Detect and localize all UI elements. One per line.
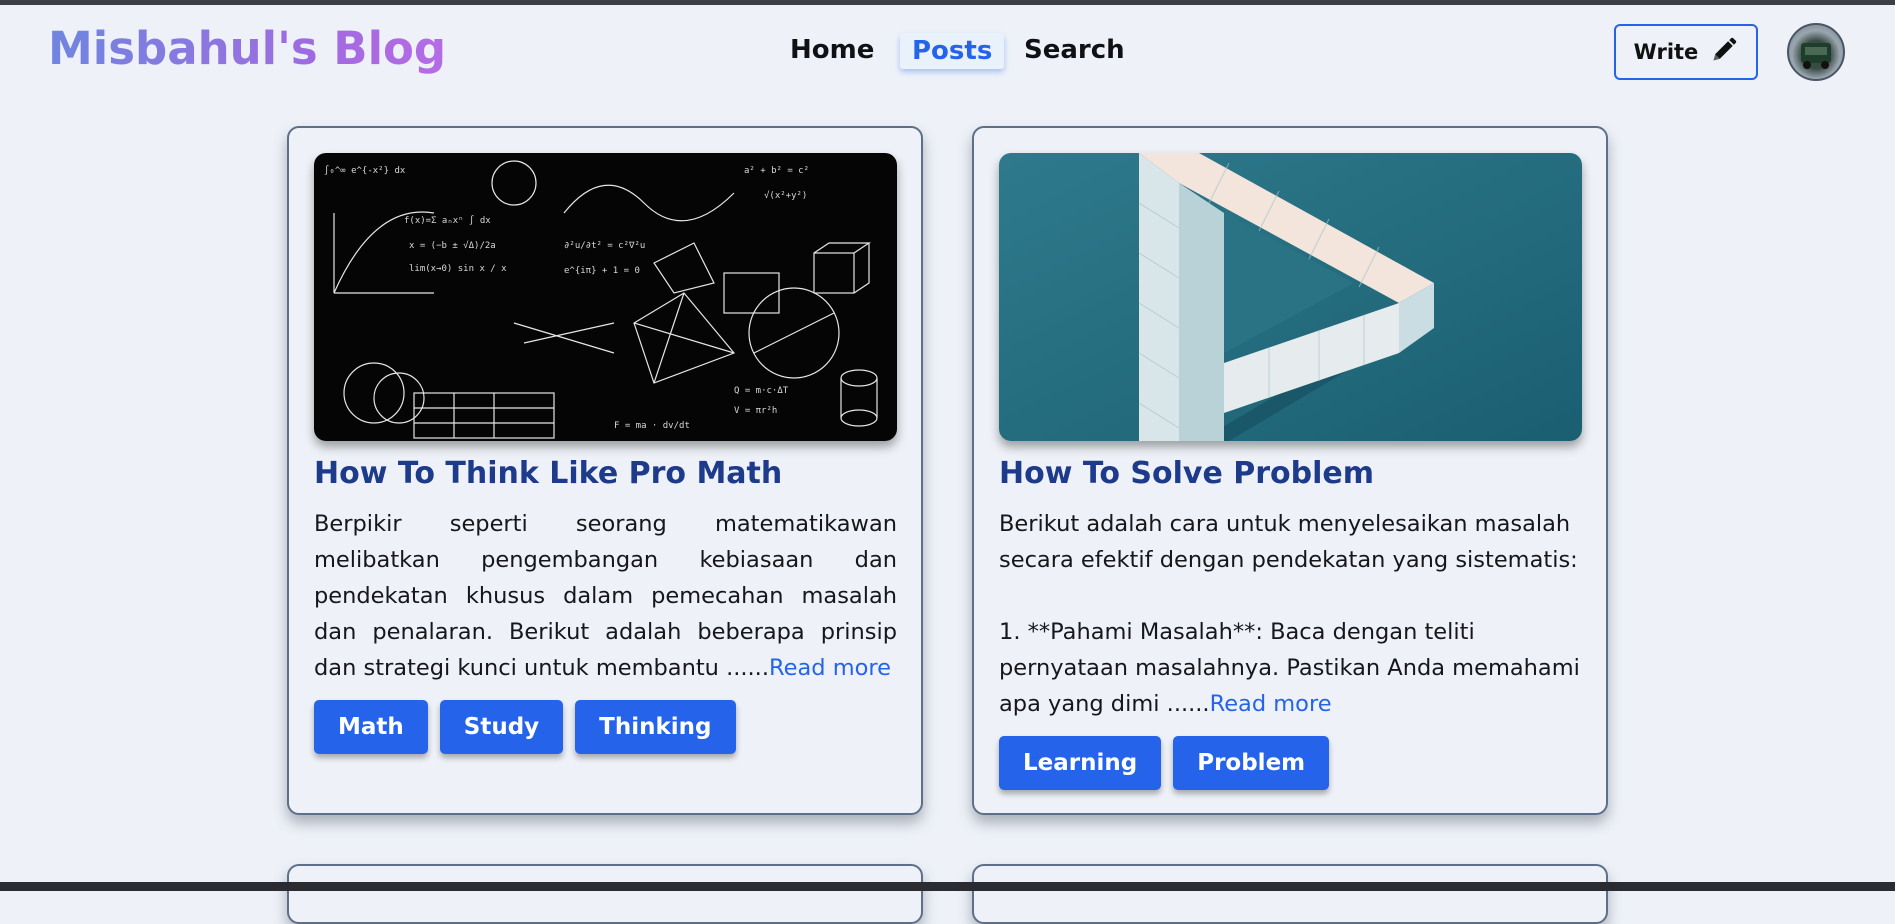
- read-more-link[interactable]: Read more: [1210, 691, 1332, 717]
- post-excerpt-text: Berikut adalah cara untuk menyelesaikan …: [999, 511, 1580, 717]
- nav-search[interactable]: Search: [1024, 35, 1125, 65]
- window-bottom-bar: [0, 882, 1895, 891]
- svg-text:∫₀^∞ e^{-x²} dx: ∫₀^∞ e^{-x²} dx: [324, 165, 406, 176]
- tag-button[interactable]: Study: [439, 700, 564, 754]
- svg-text:e^{iπ} + 1 = 0: e^{iπ} + 1 = 0: [564, 266, 640, 276]
- post-card[interactable]: How To Solve Problem Berikut adalah cara…: [972, 126, 1608, 815]
- post-thumbnail-math[interactable]: f(x)=Σ aₙxⁿ ∫ dx x = (−b ± √Δ)/2a lim(x→…: [314, 153, 897, 441]
- window-top-bar: [0, 0, 1895, 5]
- svg-text:Q = m·c·ΔT: Q = m·c·ΔT: [734, 386, 789, 396]
- site-logo[interactable]: Misbahul's Blog: [48, 22, 446, 75]
- svg-text:√(x²+y²): √(x²+y²): [764, 190, 807, 201]
- nav-home[interactable]: Home: [790, 35, 874, 65]
- post-excerpt: Berpikir seperti seorang matematikawan m…: [314, 506, 897, 686]
- svg-text:∂²u/∂t² = c²∇²u: ∂²u/∂t² = c²∇²u: [564, 241, 645, 251]
- svg-text:a² + b² = c²: a² + b² = c²: [744, 166, 809, 176]
- svg-text:f(x)=Σ aₙxⁿ ∫ dx: f(x)=Σ aₙxⁿ ∫ dx: [404, 215, 491, 226]
- post-title[interactable]: How To Think Like Pro Math: [314, 456, 782, 491]
- tag-button[interactable]: Thinking: [575, 700, 736, 754]
- post-card[interactable]: [972, 864, 1608, 924]
- tag-button[interactable]: Learning: [999, 736, 1162, 790]
- tag-button[interactable]: Problem: [1173, 736, 1330, 790]
- post-tags: Learning Problem: [999, 736, 1330, 790]
- post-thumbnail-problem[interactable]: [999, 153, 1582, 441]
- user-avatar[interactable]: [1787, 23, 1845, 81]
- nav-posts[interactable]: Posts: [900, 33, 1005, 69]
- post-title[interactable]: How To Solve Problem: [999, 456, 1374, 491]
- post-card[interactable]: [287, 864, 923, 924]
- svg-text:V = πr²h: V = πr²h: [734, 406, 777, 416]
- read-more-link[interactable]: Read more: [769, 655, 891, 681]
- write-label: Write: [1633, 40, 1699, 64]
- svg-text:lim(x→0) sin x / x: lim(x→0) sin x / x: [409, 264, 507, 274]
- write-button[interactable]: Write: [1614, 24, 1758, 80]
- post-card[interactable]: f(x)=Σ aₙxⁿ ∫ dx x = (−b ± √Δ)/2a lim(x→…: [287, 126, 923, 815]
- svg-text:F = ma · dv/dt: F = ma · dv/dt: [614, 421, 690, 431]
- post-tags: Math Study Thinking: [314, 700, 736, 754]
- post-excerpt: Berikut adalah cara untuk menyelesaikan …: [999, 506, 1582, 722]
- svg-text:x = (−b ± √Δ)/2a: x = (−b ± √Δ)/2a: [409, 240, 496, 251]
- tag-button[interactable]: Math: [314, 700, 428, 754]
- pencil-icon: [1710, 36, 1738, 69]
